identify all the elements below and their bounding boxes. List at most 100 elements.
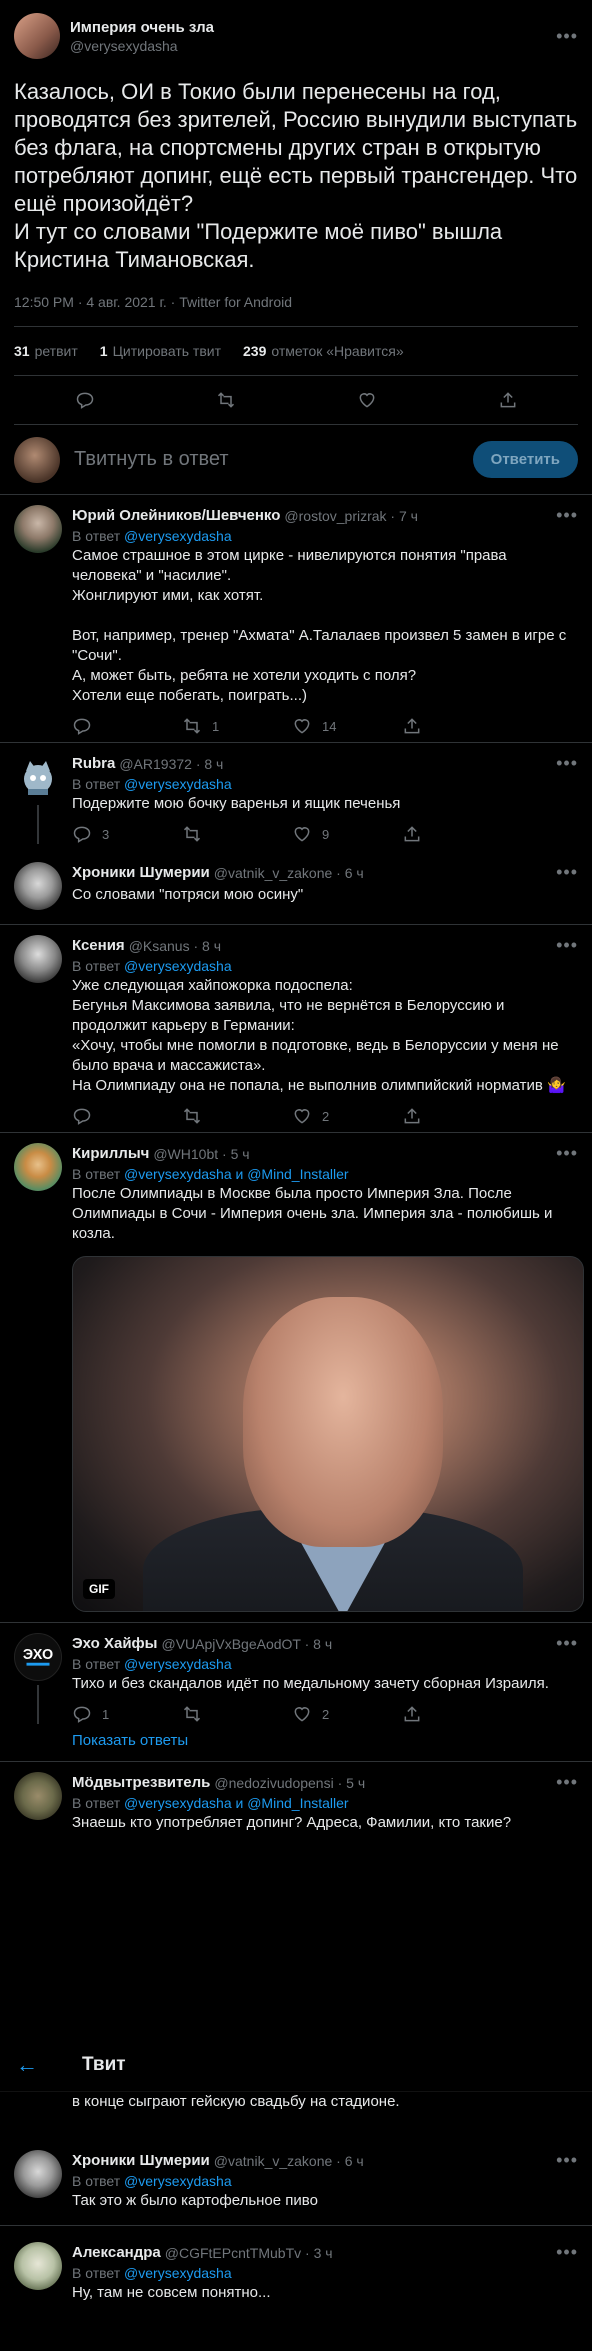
reply-composer: Твитнуть в ответ Ответить (0, 425, 592, 495)
more-icon[interactable]: ••• (556, 505, 578, 526)
reply-tweet[interactable]: Ксения @Ksanus · 8 ч ••• В ответ @veryse… (0, 925, 592, 1133)
retweet-icon[interactable] (182, 1704, 202, 1724)
more-icon[interactable]: ••• (556, 1633, 578, 1654)
show-replies-link[interactable]: Показать ответы (0, 1728, 592, 1762)
tweet-text: Подержите мою бочку варенья и ящик печен… (72, 795, 401, 812)
tweet-actions: 3 9 (72, 824, 512, 844)
author-meta: @VUApjVxBgeAodOT · 8 ч (161, 1635, 333, 1652)
quote-stat[interactable]: 1 Цитировать твит (100, 343, 221, 359)
avatar[interactable] (14, 935, 62, 983)
reply-button[interactable]: Ответить (472, 441, 578, 478)
author-name[interactable]: Хроники Шумерии (72, 864, 210, 881)
author-name[interactable]: Юрий Олейников/Шевченко (72, 507, 280, 524)
reply-icon[interactable] (75, 390, 95, 410)
avatar[interactable]: ЭХО (14, 1633, 62, 1681)
tweet-text: Со словами "потряси мою осину" (72, 886, 304, 903)
avatar[interactable] (14, 753, 62, 801)
retweet-icon[interactable] (182, 716, 202, 736)
tweet-text: Уже следующая хайпожорка подоспела: Бегу… (72, 977, 566, 1094)
retweet-icon[interactable] (216, 390, 236, 410)
reply-input[interactable]: Твитнуть в ответ (74, 448, 459, 471)
author-name[interactable]: Александра (72, 2244, 161, 2261)
mention-link[interactable]: @verysexydasha (124, 528, 232, 544)
avatar[interactable] (14, 1772, 62, 1820)
share-icon[interactable] (498, 390, 518, 410)
author-name[interactable]: Мöдвытрезвитель (72, 1774, 210, 1791)
tweet-text: После Олимпиады в Москве была просто Имп… (72, 1185, 553, 1242)
more-icon[interactable]: ••• (556, 2150, 578, 2171)
page-title: Твит (82, 2053, 126, 2075)
tweet-text: Знаешь кто употребляет допинг? Адреса, Ф… (72, 1814, 512, 1831)
more-icon[interactable]: ••• (556, 2242, 578, 2263)
lower-replies: Хроники Шумерии @vatnik_v_zakone · 6 ч •… (0, 2140, 592, 2309)
mention-link[interactable]: @verysexydasha и @Mind_Installer (124, 1166, 349, 1182)
reply-tweet[interactable]: Хроники Шумерии @vatnik_v_zakone · 6 ч •… (0, 2140, 592, 2226)
tweet-text: Ну, там не совсем понятно... (72, 2284, 271, 2301)
more-icon[interactable]: ••• (556, 753, 578, 774)
like-icon[interactable] (357, 390, 377, 410)
mention-link[interactable]: @verysexydasha (124, 2265, 232, 2281)
reply-tweet[interactable]: Кириллыч @WH10bt · 5 ч ••• В ответ @very… (0, 1133, 592, 1623)
author-meta: @vatnik_v_zakone · 6 ч (213, 2152, 364, 2169)
reply-tweet[interactable]: Александра @CGFtEPcntTMubTv · 3 ч ••• В … (0, 2226, 592, 2309)
reply-tweet[interactable]: Хроники Шумерии @vatnik_v_zakone · 6 ч •… (0, 852, 592, 925)
like-icon[interactable] (292, 716, 312, 736)
tweet-actions: 1 2 (72, 1704, 512, 1724)
avatar[interactable] (14, 1143, 62, 1191)
author-name[interactable]: Империя очень зла (70, 19, 546, 36)
more-icon[interactable]: ••• (556, 862, 578, 883)
author-name[interactable]: Эхо Хайфы (72, 1635, 157, 1652)
share-icon[interactable] (402, 824, 422, 844)
avatar[interactable] (14, 505, 62, 553)
author-name[interactable]: Ксения (72, 937, 125, 954)
avatar[interactable] (14, 2242, 62, 2290)
share-icon[interactable] (402, 1704, 422, 1724)
retweet-icon[interactable] (182, 1106, 202, 1126)
avatar[interactable] (14, 2150, 62, 2198)
reply-tweet[interactable]: Мöдвытрезвитель @nedozivudopensi · 5 ч •… (0, 1762, 592, 1843)
mention-link[interactable]: @verysexydasha и @Mind_Installer (124, 1795, 349, 1811)
like-icon[interactable] (292, 824, 312, 844)
more-icon[interactable]: ••• (556, 1772, 578, 1793)
share-icon[interactable] (402, 716, 422, 736)
avatar[interactable] (14, 862, 62, 910)
author-meta: @CGFtEPcntTMubTv · 3 ч (164, 2244, 333, 2261)
more-icon[interactable]: ••• (556, 26, 578, 47)
reply-icon[interactable] (72, 824, 92, 844)
retweet-stat[interactable]: 31 ретвит (14, 343, 78, 359)
mention-link[interactable]: @verysexydasha (124, 958, 232, 974)
author-name[interactable]: Rubra (72, 755, 115, 772)
share-icon[interactable] (402, 1106, 422, 1126)
mention-link[interactable]: @verysexydasha (124, 1656, 232, 1672)
gif-face (243, 1297, 443, 1547)
retweet-icon[interactable] (182, 824, 202, 844)
author-name[interactable]: Кириллыч (72, 1145, 149, 1162)
reply-icon[interactable] (72, 716, 92, 736)
like-icon[interactable] (292, 1106, 312, 1126)
tweet-stats: 31 ретвит 1 Цитировать твит 239 отметок «Нр… (14, 327, 578, 376)
reply-to-line: В ответ @verysexydasha (72, 528, 232, 544)
mention-link[interactable]: @verysexydasha (124, 2173, 232, 2189)
more-icon[interactable]: ••• (556, 935, 578, 956)
author-meta: @vatnik_v_zakone · 6 ч (213, 864, 364, 881)
main-tweet: Империя очень зла @verysexydasha ••• Каз… (0, 0, 592, 425)
arrow-left-icon[interactable]: ← (16, 2052, 56, 2078)
tweet-meta[interactable]: 12:50 PM · 4 авг. 2021 г. · Twitter for … (14, 294, 578, 327)
like-stat[interactable]: 239 отметок «Нравится» (243, 343, 404, 359)
tweet-actions: 1 14 (72, 716, 512, 736)
reply-icon[interactable] (72, 1106, 92, 1126)
author-name[interactable]: Хроники Шумерии (72, 2152, 210, 2169)
like-icon[interactable] (292, 1704, 312, 1724)
reply-icon[interactable] (72, 1704, 92, 1724)
main-tweet-header: Империя очень зла @verysexydasha ••• (14, 12, 578, 60)
reply-tweet[interactable]: ЭХО Эхо Хайфы @VUApjVxBgeAodOT · 8 ч •••… (0, 1623, 592, 1728)
mention-link[interactable]: @verysexydasha (124, 776, 232, 792)
author-meta: @rostov_prizrak · 7 ч (284, 507, 418, 524)
avatar[interactable] (14, 13, 60, 59)
gif-media[interactable]: GIF (72, 1256, 584, 1612)
tweet-text: Так это ж было картофельное пиво (72, 2192, 318, 2209)
author-handle[interactable]: @verysexydasha (70, 38, 546, 54)
more-icon[interactable]: ••• (556, 1143, 578, 1164)
reply-tweet[interactable]: Rubra @AR19372 · 8 ч ••• В ответ @veryse… (0, 743, 592, 852)
reply-tweet[interactable]: Юрий Олейников/Шевченко @rostov_prizrak … (0, 495, 592, 743)
